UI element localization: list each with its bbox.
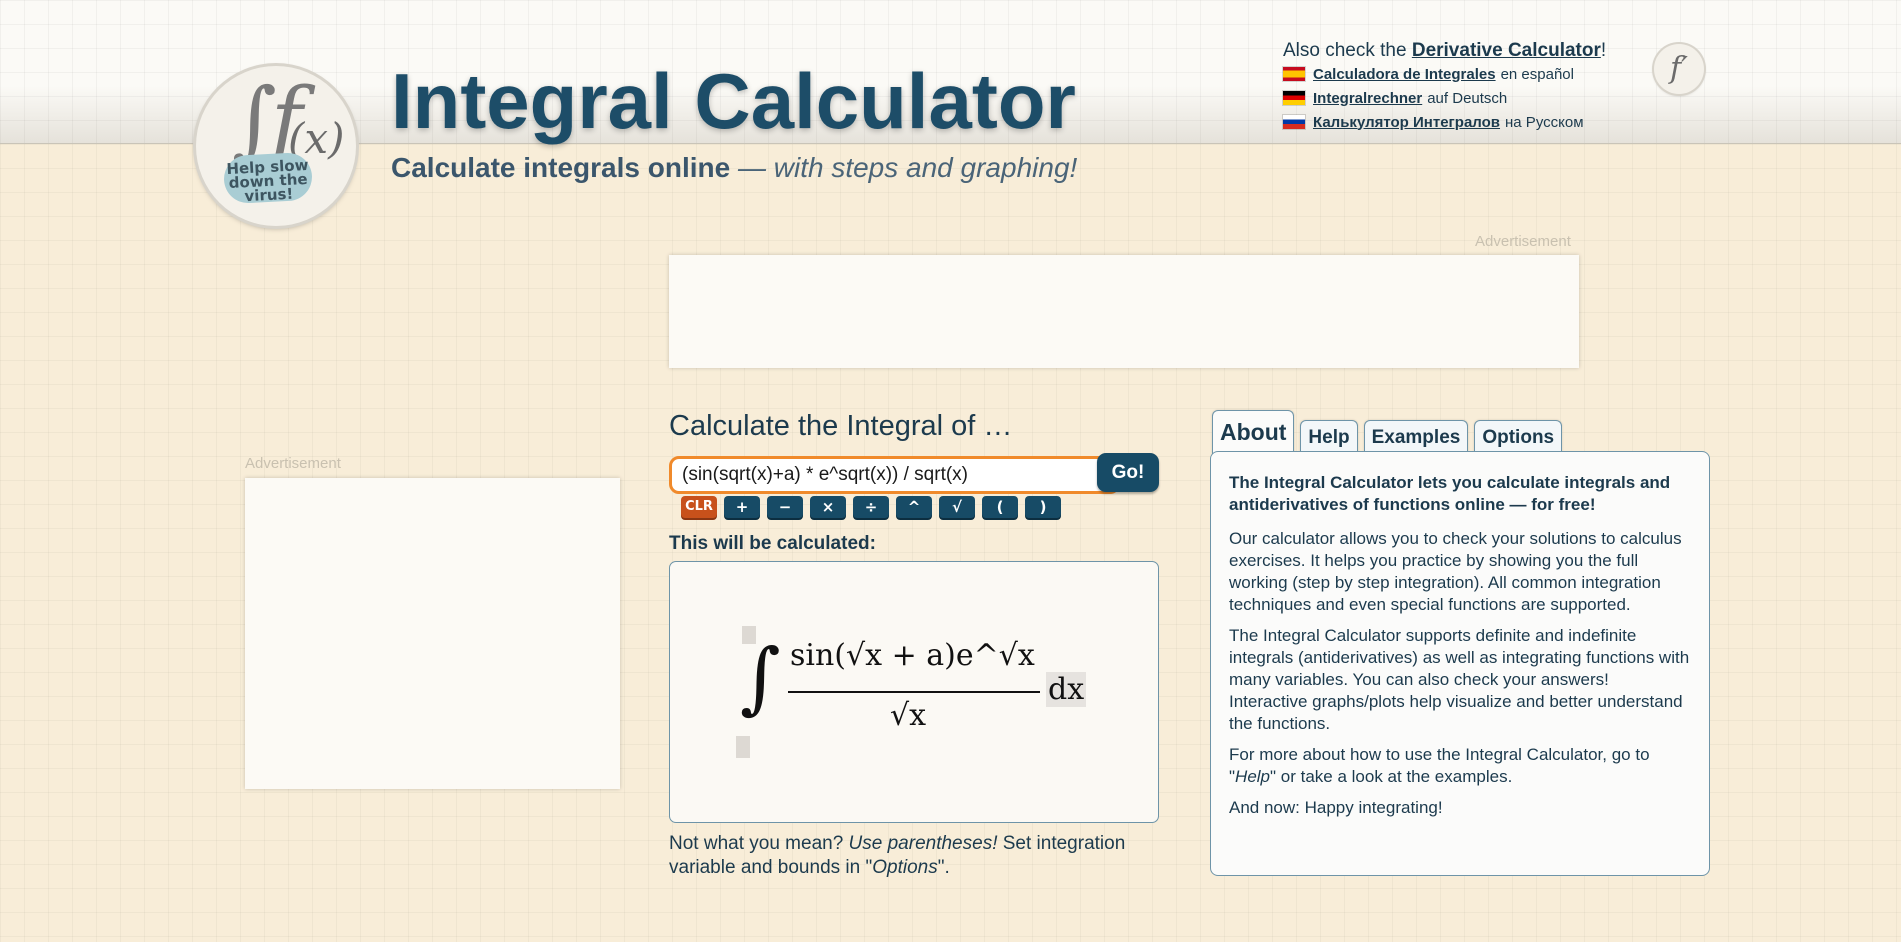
about-paragraph-3: For more about how to use the Integral C… (1229, 744, 1691, 788)
side-ad-slot[interactable] (245, 478, 620, 789)
page-title: Integral Calculator (391, 57, 1076, 145)
math-keypad: CLR + − × ÷ ^ √ ( ) (681, 496, 1068, 518)
about-paragraph-2: The Integral Calculator supports definit… (1229, 626, 1690, 733)
lang-item-ru: Калькулятор Интегралов на Русском (1283, 110, 1606, 134)
lang-link-es[interactable]: Calculadora de Integrales (1313, 66, 1496, 83)
lang-suffix-ru: на Русском (1505, 113, 1584, 131)
tab-about[interactable]: About (1212, 410, 1295, 454)
lang-item-de: Integralrechner auf Deutsch (1283, 86, 1606, 110)
about-lead: The Integral Calculator lets you calcula… (1229, 473, 1671, 514)
site-logo[interactable]: ∫f (x) Help slow down the virus! (196, 66, 356, 226)
top-ad-label: Advertisement (1475, 233, 1571, 250)
subtitle-bold: Calculate integrals online (391, 152, 731, 183)
go-button[interactable]: Go! (1097, 453, 1159, 492)
spain-flag-icon (1283, 67, 1305, 81)
about-panel: The Integral Calculator lets you calcula… (1210, 451, 1710, 876)
integral-sign-icon: ∫ (740, 633, 781, 723)
note-italic: Use parentheses! (848, 833, 998, 854)
power-key[interactable]: ^ (896, 496, 932, 518)
promo-suffix: ! (1600, 40, 1607, 61)
derivative-promo: Also check the Derivative Calculator! (1283, 40, 1606, 62)
close-paren-key[interactable]: ) (1025, 496, 1061, 518)
fraction-bar (788, 691, 1040, 693)
lang-suffix-de: auf Deutsch (1427, 89, 1508, 107)
calculator-heading: Calculate the Integral of … (669, 410, 1013, 442)
clear-key[interactable]: CLR (681, 496, 717, 518)
derivative-calculator-icon[interactable]: f′ (1654, 44, 1704, 94)
note-options-link[interactable]: Options (872, 857, 937, 878)
promo-prefix: Also check the (1283, 40, 1412, 61)
integrand-numerator: sin(√x + a)e^√x (790, 638, 1035, 673)
multiply-key[interactable]: × (810, 496, 846, 518)
logo-badge: Help slow down the virus! (222, 151, 314, 205)
derivative-calculator-link[interactable]: Derivative Calculator (1412, 40, 1601, 61)
subtitle-italic: — with steps and graphing! (730, 152, 1078, 183)
about-p3-suffix: " or take a look at the examples. (1270, 767, 1513, 786)
side-ad-label: Advertisement (245, 455, 341, 472)
sqrt-key[interactable]: √ (939, 496, 975, 518)
divide-key[interactable]: ÷ (853, 496, 889, 518)
tab-examples[interactable]: Examples (1363, 420, 1469, 454)
info-tabs: About Help Examples Options (1212, 410, 1568, 454)
parentheses-note: Not what you mean? Use parentheses! Set … (669, 832, 1159, 880)
note-end: ". (937, 857, 950, 878)
integrand-denominator: √x (890, 698, 927, 733)
tab-options[interactable]: Options (1474, 420, 1563, 454)
page-subtitle: Calculate integrals online — with steps … (391, 152, 1077, 184)
russia-flag-icon (1283, 115, 1305, 129)
tab-help[interactable]: Help (1300, 420, 1358, 454)
expression-input[interactable] (669, 456, 1120, 494)
about-help-link[interactable]: Help (1235, 767, 1270, 786)
lang-item-es: Calculadora de Integrales en español (1283, 62, 1606, 86)
about-paragraph-1: Our calculator allows you to check your … (1229, 529, 1682, 614)
preview-label: This will be calculated: (669, 533, 876, 554)
top-ad-slot[interactable] (669, 255, 1579, 368)
minus-key[interactable]: − (767, 496, 803, 518)
open-paren-key[interactable]: ( (982, 496, 1018, 518)
differential[interactable]: dx (1046, 672, 1087, 707)
integral-expression: ∫ sin(√x + a)e^√x √x dx (736, 626, 1100, 758)
lang-suffix-es: en español (1500, 65, 1574, 83)
lang-link-ru[interactable]: Калькулятор Интегралов (1313, 114, 1500, 131)
language-links: Also check the Derivative Calculator! Ca… (1283, 40, 1606, 134)
plus-key[interactable]: + (724, 496, 760, 518)
germany-flag-icon (1283, 91, 1305, 105)
lower-bound-placeholder[interactable] (736, 736, 750, 758)
note-prefix: Not what you mean? (669, 833, 849, 854)
about-paragraph-4: And now: Happy integrating! (1229, 798, 1443, 817)
lang-link-de[interactable]: Integralrechner (1313, 90, 1422, 107)
